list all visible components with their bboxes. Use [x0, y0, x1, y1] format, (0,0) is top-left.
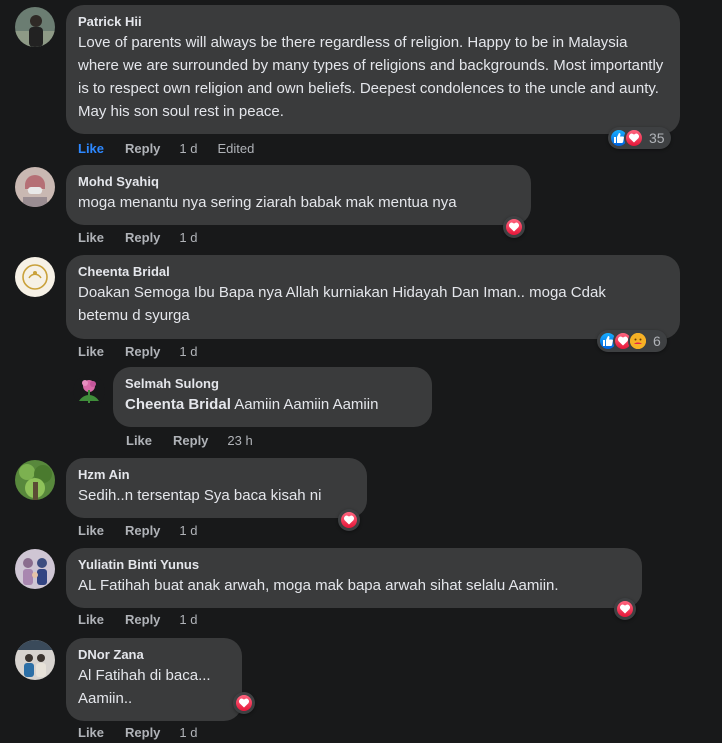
comment-bubble: Selmah Sulong Cheenta Bridal Aamiin Aami… — [113, 367, 432, 427]
comment-timestamp[interactable]: 1 d — [179, 141, 197, 157]
avatar[interactable] — [15, 460, 55, 500]
like-button[interactable]: Like — [126, 433, 152, 449]
comment-timestamp[interactable]: 1 d — [179, 612, 197, 628]
comment-text: Aamiin.. — [78, 690, 133, 707]
comment-bubble: Mohd Syahiq moga menantu nya sering ziar… — [66, 165, 531, 225]
reply-button[interactable]: Reply — [125, 230, 160, 246]
comment-text: Love of parents will always be there reg… — [78, 34, 664, 120]
comment-text: moga menantu nya sering ziarah babak mak… — [78, 194, 457, 211]
reaction-summary[interactable] — [503, 216, 525, 238]
reaction-count: 6 — [653, 333, 661, 349]
love-icon — [624, 128, 644, 148]
comment-timestamp[interactable]: 1 d — [179, 523, 197, 539]
comment-timestamp[interactable]: 23 h — [227, 433, 252, 449]
comment: Hzm Ain Sedih..n tersentap Sya baca kisa… — [0, 455, 722, 545]
comment: Patrick Hii Love of parents will always … — [0, 0, 722, 160]
reaction-summary[interactable] — [338, 509, 360, 531]
care-icon — [628, 331, 648, 351]
reaction-count: 35 — [649, 130, 665, 146]
avatar[interactable] — [73, 375, 105, 407]
avatar[interactable] — [15, 167, 55, 207]
like-button[interactable]: Like — [78, 141, 104, 157]
reaction-summary[interactable] — [614, 598, 636, 620]
comment-author[interactable]: Selmah Sulong — [125, 375, 420, 392]
comment-author[interactable]: Cheenta Bridal — [78, 263, 668, 280]
love-icon — [504, 217, 524, 237]
comment: Mohd Syahiq moga menantu nya sering ziar… — [0, 160, 722, 252]
like-button[interactable]: Like — [78, 230, 104, 246]
comment: Cheenta Bridal Doakan Semoga Ibu Bapa ny… — [0, 252, 722, 365]
love-icon — [234, 693, 254, 713]
comment-text: Cheenta Bridal Aamiin Aamiin Aamiin — [125, 393, 420, 416]
comment-text: AL Fatihah buat anak arwah, moga mak bap… — [78, 577, 559, 594]
comment-actions: Like Reply 1 d Edited — [78, 141, 254, 157]
comment-bubble: Patrick Hii Love of parents will always … — [66, 5, 680, 134]
mention-tag[interactable]: Cheenta Bridal — [125, 396, 231, 413]
reply-button[interactable]: Reply — [125, 612, 160, 628]
comment-bubble: DNor Zana Al Fatihah di baca... Aamiin.. — [66, 638, 242, 721]
love-icon — [615, 599, 635, 619]
avatar[interactable] — [15, 7, 55, 47]
comment-actions: Like Reply 1 d — [78, 725, 198, 741]
comment-author[interactable]: Yuliatin Binti Yunus — [78, 556, 630, 573]
reply-button[interactable]: Reply — [125, 523, 160, 539]
edited-label[interactable]: Edited — [218, 141, 255, 157]
comment-text: Doakan Semoga Ibu Bapa nya Allah kurniak… — [78, 284, 606, 324]
comment-actions: Like Reply 1 d — [78, 523, 198, 539]
avatar[interactable] — [15, 549, 55, 589]
comment: DNor Zana Al Fatihah di baca... Aamiin..… — [0, 635, 722, 743]
reply-button[interactable]: Reply — [125, 725, 160, 741]
comment-bubble: Yuliatin Binti Yunus AL Fatihah buat ana… — [66, 548, 642, 608]
comment-actions: Like Reply 1 d — [78, 344, 198, 360]
comment-text: Al Fatihah di baca... — [78, 667, 211, 684]
comment-timestamp[interactable]: 1 d — [179, 344, 197, 360]
like-button[interactable]: Like — [78, 725, 104, 741]
like-button[interactable]: Like — [78, 612, 104, 628]
like-button[interactable]: Like — [78, 523, 104, 539]
avatar[interactable] — [15, 640, 55, 680]
comment-actions: Like Reply 1 d — [78, 612, 198, 628]
comment-text: Sedih..n tersentap Sya baca kisah ni — [78, 487, 322, 504]
comment-actions: Like Reply 1 d — [78, 230, 198, 246]
like-button[interactable]: Like — [78, 344, 104, 360]
reaction-summary[interactable]: 6 — [597, 330, 667, 352]
comment-author[interactable]: DNor Zana — [78, 646, 230, 663]
comment-timestamp[interactable]: 1 d — [179, 725, 197, 741]
reply-button[interactable]: Reply — [125, 141, 160, 157]
avatar[interactable] — [15, 257, 55, 297]
reply-button[interactable]: Reply — [173, 433, 208, 449]
comment: Yuliatin Binti Yunus AL Fatihah buat ana… — [0, 545, 722, 635]
reaction-summary[interactable] — [233, 692, 255, 714]
comment-author[interactable]: Patrick Hii — [78, 13, 668, 30]
comment-author[interactable]: Mohd Syahiq — [78, 173, 519, 190]
reaction-summary[interactable]: 35 — [608, 127, 671, 149]
reply-text: Aamiin Aamiin Aamiin — [234, 396, 379, 413]
comment-author[interactable]: Hzm Ain — [78, 466, 355, 483]
comment-bubble: Cheenta Bridal Doakan Semoga Ibu Bapa ny… — [66, 255, 680, 339]
comment-timestamp[interactable]: 1 d — [179, 230, 197, 246]
reply-button[interactable]: Reply — [125, 344, 160, 360]
reply-comment: Selmah Sulong Cheenta Bridal Aamiin Aami… — [0, 365, 722, 455]
comment-bubble: Hzm Ain Sedih..n tersentap Sya baca kisa… — [66, 458, 367, 518]
love-icon — [339, 510, 359, 530]
comment-actions: Like Reply 23 h — [126, 433, 253, 449]
